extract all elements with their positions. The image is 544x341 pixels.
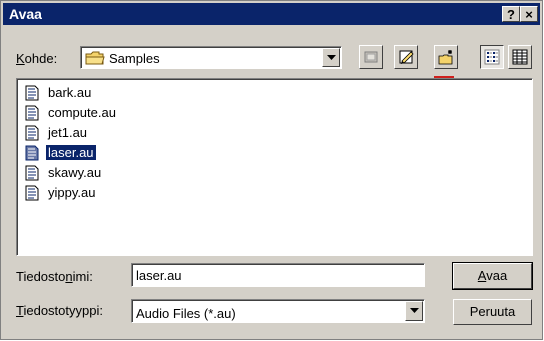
details-view-icon [512,49,528,65]
desktop-button[interactable] [394,45,418,69]
filetype-value: Audio Files (*.au) [136,306,236,321]
chevron-down-icon [410,308,419,313]
list-view-button[interactable] [480,45,504,69]
open-dialog: Avaa ? × Kohde: Samples bark.au compute.… [0,0,543,340]
audio-file-icon [24,85,40,104]
filename-label: Tiedostonimi: [16,269,93,284]
title-bar[interactable]: Avaa ? × [3,3,540,25]
audio-file-icon [24,145,40,164]
audio-file-icon [24,105,40,124]
cancel-button[interactable]: Peruuta [453,299,532,325]
desktop-icon [399,50,414,64]
chevron-down-icon [327,55,336,60]
new-folder-icon [438,50,453,65]
window-title: Avaa [9,6,42,22]
file-name: compute.au [48,105,116,120]
filetype-dropdown-button[interactable] [405,301,423,321]
new-folder-button[interactable] [434,45,458,69]
up-folder-button[interactable] [359,45,383,69]
audio-file-icon [24,125,40,144]
folder-icon [85,51,105,68]
filename-input[interactable]: laser.au [131,263,425,287]
filename-value: laser.au [136,268,182,283]
file-name: bark.au [48,85,92,100]
audio-file-icon [24,165,40,184]
audio-file-icon [24,185,40,204]
lookin-combo[interactable]: Samples [80,46,342,69]
file-name: jet1.au [48,125,88,140]
open-button[interactable]: Avaa [452,262,533,290]
details-view-button[interactable] [508,45,532,69]
lookin-dropdown-button[interactable] [322,48,340,67]
close-button[interactable]: × [520,6,538,22]
lookin-folder-name: Samples [109,51,160,66]
file-list[interactable]: bark.au compute.au jet1.au laser.au skaw… [16,78,533,256]
up-folder-icon [364,51,378,63]
help-button[interactable]: ? [502,6,520,22]
file-name: skawy.au [48,165,102,180]
file-name: yippy.au [48,185,96,200]
lookin-label: Kohde: [16,51,58,66]
file-name: laser.au [45,144,97,161]
filetype-label: Tiedostotyyppi: [16,303,103,318]
filetype-combo[interactable]: Audio Files (*.au) [131,299,425,323]
list-view-icon [484,49,500,65]
